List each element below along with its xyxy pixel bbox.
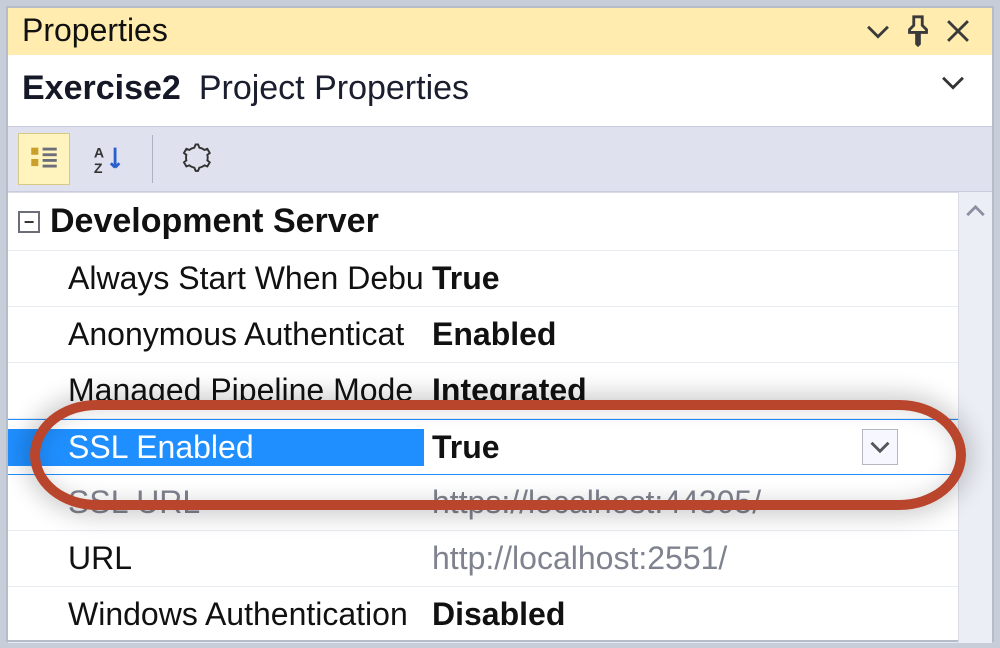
property-row[interactable]: URL http://localhost:2551/: [8, 531, 958, 587]
scroll-up-arrow-icon[interactable]: [959, 192, 992, 230]
property-value[interactable]: True: [424, 260, 958, 297]
dropdown-button[interactable]: [862, 429, 898, 465]
property-row-selected[interactable]: SSL Enabled True: [8, 419, 958, 475]
property-value[interactable]: Disabled: [424, 596, 958, 633]
property-name: SSL Enabled: [8, 429, 424, 466]
property-row[interactable]: Always Start When Debu True: [8, 251, 958, 307]
property-name: Always Start When Debu: [8, 260, 424, 297]
dropdown-arrow-icon[interactable]: [936, 65, 978, 106]
property-name: Anonymous Authenticat: [8, 316, 424, 353]
object-selector[interactable]: Exercise2 Project Properties: [8, 55, 992, 126]
window-options-button[interactable]: [858, 14, 898, 48]
property-value[interactable]: http://localhost:2551/: [424, 540, 958, 577]
collapse-toggle[interactable]: −: [8, 211, 50, 233]
categorized-button[interactable]: [18, 133, 70, 185]
property-grid: − Development Server Always Start When D…: [8, 192, 992, 643]
property-value[interactable]: Enabled: [424, 316, 958, 353]
toolbar: AZ: [8, 126, 992, 192]
property-name: Managed Pipeline Mode: [8, 372, 424, 409]
property-row[interactable]: Managed Pipeline Mode Integrated: [8, 363, 958, 419]
project-type-label: Project Properties: [199, 69, 469, 108]
property-pages-button[interactable]: [171, 133, 223, 185]
titlebar: Properties: [8, 8, 992, 55]
minus-icon: −: [18, 211, 40, 233]
pin-icon[interactable]: [898, 14, 938, 48]
project-name: Exercise2: [22, 69, 181, 108]
panel-title: Properties: [22, 12, 168, 49]
property-row[interactable]: Anonymous Authenticat Enabled: [8, 307, 958, 363]
property-name: SSL URL: [8, 484, 424, 521]
category-label: Development Server: [50, 202, 379, 241]
svg-text:Z: Z: [94, 161, 103, 176]
properties-panel: Properties Exercise2 Project Properties: [6, 6, 994, 642]
category-header[interactable]: − Development Server: [8, 193, 958, 251]
property-name: Windows Authentication: [8, 596, 424, 633]
alphabetical-button[interactable]: AZ: [82, 133, 134, 185]
property-name: URL: [8, 540, 424, 577]
toolbar-separator: [152, 135, 153, 183]
property-value: https://localhost:44305/: [424, 484, 958, 521]
property-row[interactable]: Windows Authentication Disabled: [8, 587, 958, 643]
property-value[interactable]: Integrated: [424, 372, 958, 409]
property-row[interactable]: SSL URL https://localhost:44305/: [8, 475, 958, 531]
vertical-scrollbar[interactable]: [958, 192, 992, 643]
svg-text:A: A: [94, 146, 104, 162]
close-icon[interactable]: [938, 14, 978, 48]
